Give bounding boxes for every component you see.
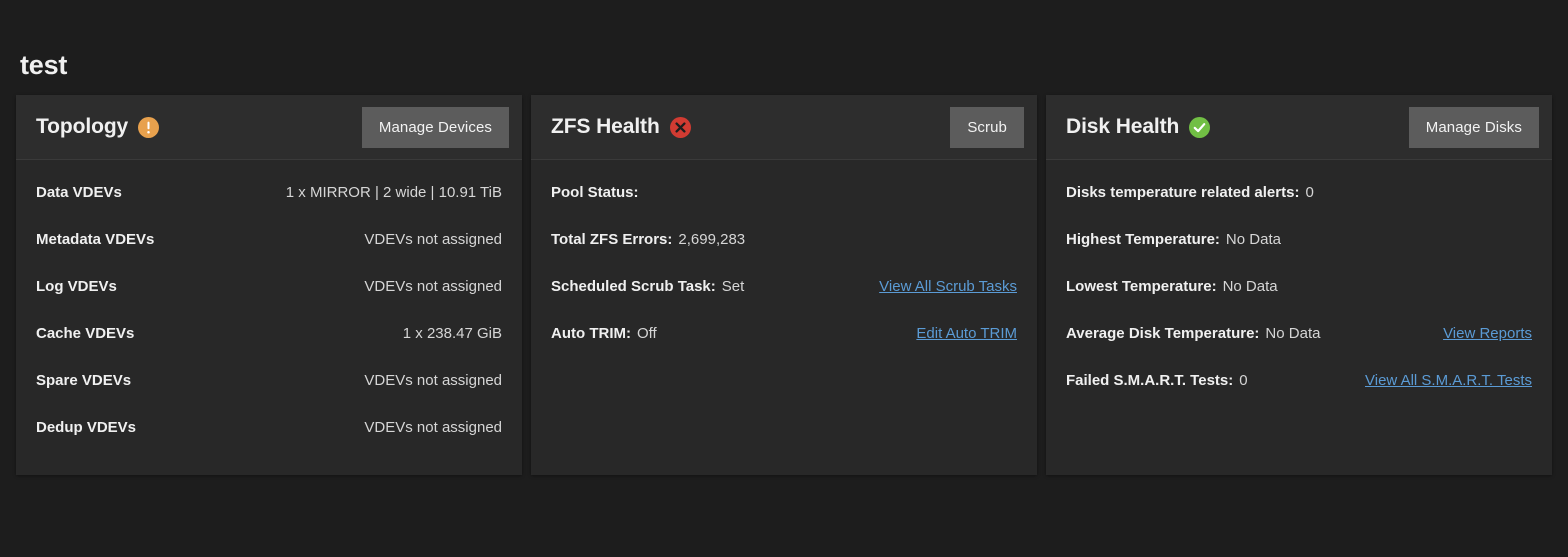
info-row-value: No Data xyxy=(1225,231,1281,248)
info-row-left: Lowest Temperature: No Data xyxy=(1066,278,1278,295)
info-row-left: Total ZFS Errors: 2,699,283 xyxy=(551,231,745,248)
info-row: Lowest Temperature: No Data xyxy=(1066,278,1532,325)
info-row-label: Lowest Temperature: xyxy=(1066,278,1217,295)
card-title: Topology xyxy=(36,115,129,138)
info-row-label: Scheduled Scrub Task: xyxy=(551,278,716,295)
info-row-label: Highest Temperature: xyxy=(1066,231,1220,248)
info-row-label: Pool Status: xyxy=(551,184,639,201)
vdev-row-value: VDEVs not assigned xyxy=(364,372,502,389)
info-row-left: Highest Temperature: No Data xyxy=(1066,231,1281,248)
card-zfs-health: ZFS Health Scrub Pool Status: Total ZFS Err… xyxy=(531,95,1037,475)
scrub-button[interactable]: Scrub xyxy=(950,106,1024,148)
info-row-label: Total ZFS Errors: xyxy=(551,231,673,248)
info-row: Disks temperature related alerts: 0 xyxy=(1066,184,1532,231)
info-row-label: Auto TRIM: xyxy=(551,325,631,342)
info-row-left: Disks temperature related alerts: 0 xyxy=(1066,184,1314,201)
card-header-disk-health: Disk Health Manage Disks xyxy=(1046,95,1552,160)
vdev-row: Data VDEVs 1 x MIRROR | 2 wide | 10.91 Ti… xyxy=(36,184,502,231)
vdev-row-label: Log VDEVs xyxy=(36,278,117,295)
vdev-row-label: Spare VDEVs xyxy=(36,372,132,389)
pool-dashboard: test Topology Manage Devices Data VDEVs 1 x… xyxy=(0,0,1568,557)
info-row: Highest Temperature: No Data xyxy=(1066,231,1532,278)
card-title: Disk Health xyxy=(1066,115,1180,138)
success-icon xyxy=(1189,116,1211,138)
card-header-zfs-health: ZFS Health Scrub xyxy=(531,95,1037,160)
info-row-value: 0 xyxy=(1239,372,1248,389)
info-row: Scheduled Scrub Task: Set View All Scrub T… xyxy=(551,278,1017,325)
info-row-value: 2,699,283 xyxy=(678,231,746,248)
info-row-label: Disks temperature related alerts: xyxy=(1066,184,1300,201)
card-body-zfs-health: Pool Status: Total ZFS Errors: 2,699,283 Sc… xyxy=(531,160,1037,475)
vdev-row-label: Metadata VDEVs xyxy=(36,231,155,248)
page-title: test xyxy=(20,50,68,80)
vdev-row-label: Data VDEVs xyxy=(36,184,122,201)
info-row-left: Scheduled Scrub Task: Set xyxy=(551,278,744,295)
info-row-value: No Data xyxy=(1265,325,1321,342)
card-title-wrap: Topology xyxy=(36,115,362,139)
card-body-disk-health: Disks temperature related alerts: 0 Highes… xyxy=(1046,160,1552,475)
vdev-row-value: 1 x MIRROR | 2 wide | 10.91 TiB xyxy=(285,184,502,201)
info-row: Failed S.M.A.R.T. Tests: 0 View All S.M.A.… xyxy=(1066,372,1532,419)
info-row-label: Average Disk Temperature: xyxy=(1066,325,1260,342)
card-disk-health: Disk Health Manage Disks Disks temperature… xyxy=(1046,95,1552,475)
card-topology: Topology Manage Devices Data VDEVs 1 x MIRR… xyxy=(16,95,522,475)
info-row-left: Average Disk Temperature: No Data xyxy=(1066,325,1320,342)
vdev-row: Cache VDEVs 1 x 238.47 GiB xyxy=(36,325,502,372)
info-row-link[interactable]: View Reports xyxy=(1443,325,1532,342)
info-row-value: Off xyxy=(636,325,657,342)
info-row-left: Failed S.M.A.R.T. Tests: 0 xyxy=(1066,372,1248,389)
info-row: Total ZFS Errors: 2,699,283 xyxy=(551,231,1017,278)
manage-devices-button[interactable]: Manage Devices xyxy=(361,106,509,148)
info-row: Pool Status: xyxy=(551,184,1017,231)
card-title: ZFS Health xyxy=(551,115,660,138)
card-body-topology: Data VDEVs 1 x MIRROR | 2 wide | 10.91 Ti… xyxy=(16,160,522,475)
warning-icon xyxy=(138,116,160,138)
info-row-value: 0 xyxy=(1305,184,1314,201)
info-row-value: No Data xyxy=(1222,278,1278,295)
vdev-row: Dedup VDEVs VDEVs not assigned xyxy=(36,419,502,466)
info-row: Auto TRIM: Off Edit Auto TRIM xyxy=(551,325,1017,372)
info-row-value: Set xyxy=(721,278,745,295)
vdev-row-label: Cache VDEVs xyxy=(36,325,135,342)
info-row-link[interactable]: Edit Auto TRIM xyxy=(916,325,1017,342)
vdev-row: Metadata VDEVs VDEVs not assigned xyxy=(36,231,502,278)
info-row: Average Disk Temperature: No Data View Rep… xyxy=(1066,325,1532,372)
info-row-left: Pool Status: xyxy=(551,184,645,201)
vdev-row-value: 1 x 238.47 GiB xyxy=(402,325,502,342)
error-icon xyxy=(669,116,691,138)
card-header-topology: Topology Manage Devices xyxy=(16,95,522,160)
vdev-row-value: VDEVs not assigned xyxy=(364,278,502,295)
card-title-wrap: ZFS Health xyxy=(551,115,950,139)
info-row-link[interactable]: View All S.M.A.R.T. Tests xyxy=(1365,372,1532,389)
vdev-row-label: Dedup VDEVs xyxy=(36,419,137,436)
info-row-link[interactable]: View All Scrub Tasks xyxy=(879,278,1017,295)
info-row-left: Auto TRIM: Off xyxy=(551,325,657,342)
vdev-row: Log VDEVs VDEVs not assigned xyxy=(36,278,502,325)
info-row-label: Failed S.M.A.R.T. Tests: xyxy=(1066,372,1234,389)
vdev-row-value: VDEVs not assigned xyxy=(364,419,502,436)
card-title-wrap: Disk Health xyxy=(1066,115,1409,139)
card-grid: Topology Manage Devices Data VDEVs 1 x MIRR… xyxy=(16,95,1552,475)
manage-disks-button[interactable]: Manage Disks xyxy=(1408,106,1539,148)
vdev-row-value: VDEVs not assigned xyxy=(364,231,502,248)
vdev-row: Spare VDEVs VDEVs not assigned xyxy=(36,372,502,419)
